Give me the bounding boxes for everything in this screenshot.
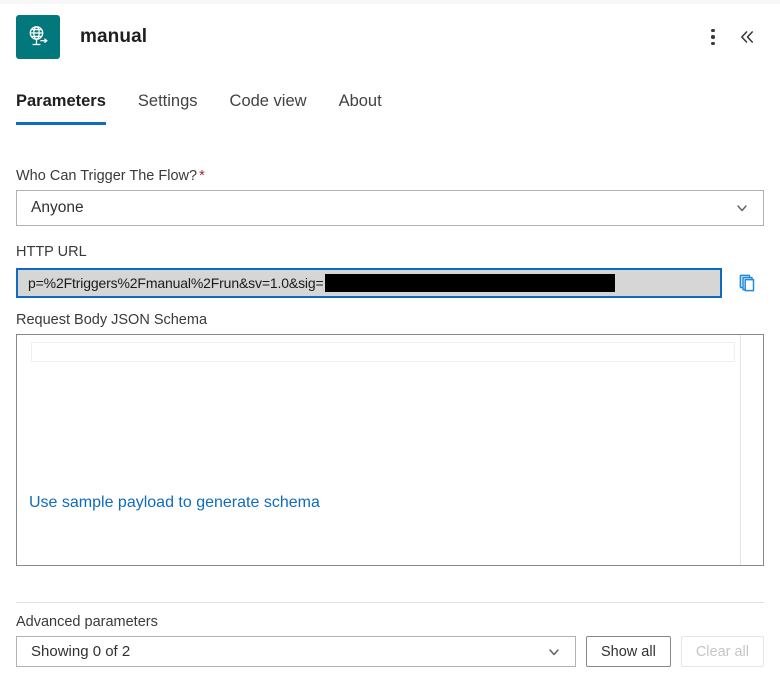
page-title: manual [80, 26, 147, 48]
schema-editor-first-line[interactable] [31, 342, 735, 362]
spacer [0, 226, 780, 244]
http-url-value: p=%2Ftriggers%2Fmanual%2Frun&sv=1.0&sig= [18, 275, 324, 291]
advanced-parameters-section: Advanced parameters Showing 0 of 2 Show … [0, 614, 780, 667]
advanced-parameters-label: Advanced parameters [16, 614, 780, 630]
http-url-input[interactable]: p=%2Ftriggers%2Fmanual%2Frun&sv=1.0&sig= [16, 268, 722, 298]
trigger-access-value: Anyone [17, 199, 735, 217]
panel-header: manual [0, 4, 780, 70]
tab-about[interactable]: About [339, 88, 382, 125]
http-url-label: HTTP URL [16, 244, 780, 260]
trigger-access-label: Who Can Trigger The Flow?* [16, 168, 780, 184]
use-sample-payload-link[interactable]: Use sample payload to generate schema [29, 494, 320, 512]
clear-all-button: Clear all [681, 636, 764, 667]
spacer [0, 300, 780, 312]
trigger-access-select[interactable]: Anyone [16, 190, 764, 226]
double-chevron-left-icon[interactable] [730, 20, 764, 54]
chevron-down-icon [547, 645, 575, 659]
required-marker: * [199, 168, 205, 184]
advanced-parameters-row: Showing 0 of 2 Show all Clear all [16, 636, 764, 667]
trigger-access-label-text: Who Can Trigger The Flow? [16, 168, 197, 184]
spacer [0, 566, 780, 602]
section-divider [16, 602, 764, 603]
parameters-panel: Who Can Trigger The Flow?* Anyone HTTP U… [0, 168, 780, 603]
schema-scrollbar-track[interactable] [740, 335, 741, 565]
tab-settings[interactable]: Settings [138, 88, 198, 125]
advanced-parameters-select[interactable]: Showing 0 of 2 [16, 636, 576, 667]
request-body-schema-label: Request Body JSON Schema [16, 312, 780, 328]
tab-code-view[interactable]: Code view [230, 88, 307, 125]
advanced-parameters-value: Showing 0 of 2 [17, 643, 547, 660]
globe-trigger-icon [16, 15, 60, 59]
more-vertical-icon[interactable] [696, 20, 730, 54]
request-body-schema-editor[interactable]: Use sample payload to generate schema [16, 334, 764, 566]
tab-parameters[interactable]: Parameters [16, 88, 106, 125]
show-all-button[interactable]: Show all [586, 636, 671, 667]
chevron-down-icon [735, 201, 763, 215]
http-url-row: p=%2Ftriggers%2Fmanual%2Frun&sv=1.0&sig= [16, 266, 764, 300]
redaction-bar [325, 274, 615, 292]
copy-icon[interactable] [730, 266, 764, 300]
tab-bar: Parameters Settings Code view About [0, 88, 780, 144]
more-dots [711, 29, 715, 46]
